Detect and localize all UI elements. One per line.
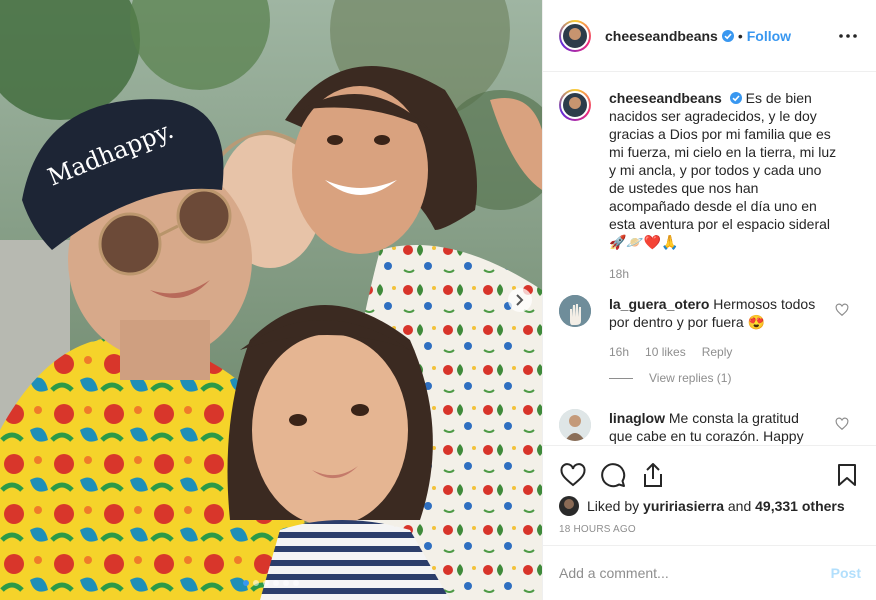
caption: cheeseandbeans Es de bien nacidos ser ag… — [559, 89, 861, 251]
hand-avatar-image — [559, 295, 591, 327]
comment-text: la_guera_otero Hermosos todos por dentro… — [609, 295, 823, 331]
view-replies-line — [609, 377, 633, 379]
save-button[interactable] — [833, 461, 861, 489]
caption-text: cheeseandbeans Es de bien nacidos ser ag… — [609, 89, 839, 251]
comment-input[interactable] — [559, 565, 831, 581]
liked-by-user[interactable]: yuririasierra — [643, 498, 724, 514]
add-comment-bar: Post — [543, 545, 876, 600]
comment-like-heart-icon[interactable] — [835, 417, 849, 431]
chevron-right-icon — [516, 294, 524, 306]
carousel-dot — [243, 580, 249, 586]
comment-text: linaglow Me consta la gratitud que cabe … — [609, 409, 823, 445]
post-timestamp[interactable]: 18 HOURS AGO — [543, 518, 876, 535]
caption-meta: 18h — [609, 267, 861, 281]
more-options-button[interactable] — [836, 24, 860, 48]
carousel-dot — [263, 580, 269, 586]
verified-badge-icon — [721, 29, 734, 42]
heart-icon — [560, 463, 586, 487]
liked-by: Liked by yuririasierra and 49,331 others — [543, 494, 876, 518]
header-separator: • — [737, 27, 743, 44]
comment-like-heart-icon[interactable] — [835, 303, 849, 317]
share-button[interactable] — [639, 461, 667, 489]
post-photo[interactable]: Madhappy. — [0, 0, 542, 600]
carousel-dot — [273, 580, 279, 586]
comment-icon — [601, 463, 626, 488]
caption-time[interactable]: 18h — [609, 267, 629, 281]
comment-time[interactable]: 16h — [609, 345, 629, 359]
comment-item: linaglow Me consta la gratitud que cabe … — [559, 409, 861, 445]
carousel-next-button[interactable] — [508, 288, 532, 312]
more-options-icon — [839, 33, 857, 38]
commenter-avatar[interactable] — [559, 409, 591, 441]
comment-username[interactable]: la_guera_otero — [609, 296, 709, 312]
view-replies-label: View replies (1) — [649, 371, 732, 385]
carousel-dot — [293, 580, 299, 586]
post-comment-button[interactable]: Post — [831, 565, 861, 581]
comment-username[interactable]: linaglow — [609, 410, 665, 426]
photo-illustration: Madhappy. — [0, 0, 542, 600]
view-replies-button[interactable]: View replies (1) — [609, 371, 861, 385]
carousel-indicator — [0, 580, 542, 586]
carousel-dot — [283, 580, 289, 586]
liked-by-prefix: Liked by — [587, 498, 640, 514]
comment-meta: 16h 10 likes Reply — [609, 345, 861, 359]
caption-avatar[interactable] — [559, 89, 591, 121]
comment-item: la_guera_otero Hermosos todos por dentro… — [559, 295, 861, 331]
liker-avatar[interactable] — [559, 496, 579, 516]
post-actions: Liked by yuririasierra and 49,331 others… — [543, 445, 876, 545]
action-icons — [543, 446, 876, 494]
like-button[interactable] — [559, 461, 587, 489]
carousel-dot — [253, 580, 259, 586]
share-icon — [644, 463, 662, 487]
liked-by-and: and — [727, 498, 752, 514]
comment-reply-button[interactable]: Reply — [702, 345, 733, 359]
comments-list[interactable]: cheeseandbeans Es de bien nacidos ser ag… — [543, 73, 876, 445]
comment-button[interactable] — [599, 461, 627, 489]
liked-by-others[interactable]: 49,331 others — [755, 498, 845, 514]
verified-badge-icon — [729, 92, 742, 104]
person-avatar-image — [559, 409, 591, 441]
post-side-panel: cheeseandbeans • Follow cheeseandbeans E… — [542, 0, 876, 600]
post-header: cheeseandbeans • Follow — [543, 0, 876, 72]
bookmark-icon — [838, 464, 856, 486]
follow-button[interactable]: Follow — [747, 28, 791, 44]
author-avatar[interactable] — [559, 19, 591, 52]
commenter-avatar[interactable] — [559, 295, 591, 327]
caption-body: Es de bien nacidos ser agradecidos, y le… — [609, 90, 837, 250]
caption-username[interactable]: cheeseandbeans — [609, 90, 722, 106]
author-username[interactable]: cheeseandbeans — [605, 28, 718, 44]
comment-likes[interactable]: 10 likes — [645, 345, 686, 359]
